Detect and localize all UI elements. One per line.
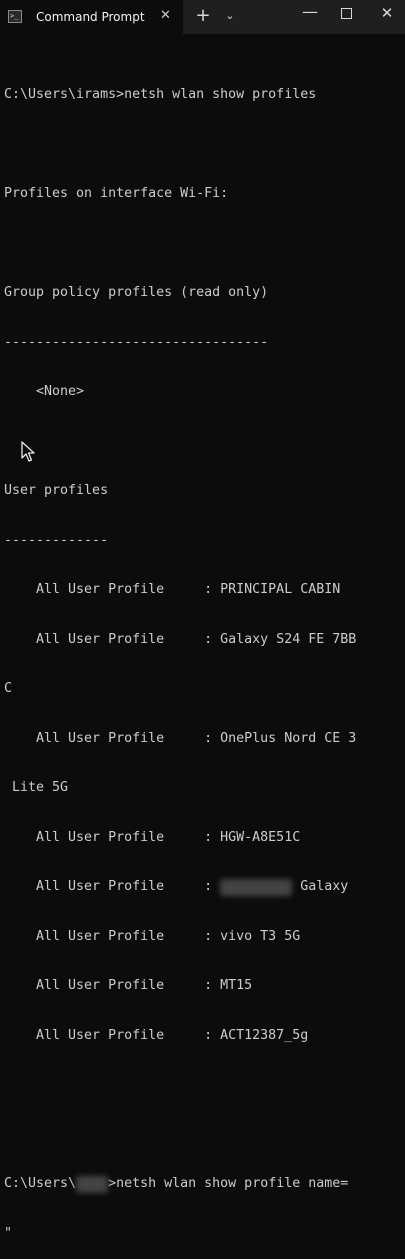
prompt-command: >netsh wlan show profile name= (108, 1176, 349, 1191)
close-tab-icon[interactable]: ✕ (160, 8, 171, 23)
tab-command-prompt[interactable]: >_ Command Prompt ✕ (0, 0, 183, 34)
terminal-line: All User Profile : Galaxy S24 FE 7BB (4, 631, 357, 647)
terminal-line-blurred: All User Profile : xxxxxxxxx Galaxy (4, 879, 404, 896)
terminal-line: All User Profile : vivo T3 5G (4, 928, 301, 944)
terminal-line: All User Profile : PRINCIPAL CABIN (4, 582, 341, 597)
terminal-line: All User Profile : ACT12387_5g (4, 1027, 309, 1043)
mouse-cursor-icon (21, 441, 35, 462)
terminal-line: <None> (4, 384, 85, 399)
terminal-line: ------------- (4, 532, 109, 548)
terminal-line: Group policy profiles (read only) (4, 285, 269, 300)
terminal-line: --------------------------------- (4, 334, 269, 350)
minimize-button[interactable]: — (300, 2, 320, 21)
terminal-input-line[interactable]: " (4, 1226, 404, 1243)
terminal-line-suffix: Galaxy (292, 879, 349, 894)
terminal-prompt-line: C:\Users\xxxx>netsh wlan show profile na… (4, 1176, 404, 1193)
terminal-line: C (4, 681, 13, 696)
terminal-line: All User Profile : MT15 (4, 978, 253, 993)
terminal-icon: >_ (8, 10, 22, 23)
terminal-line: All User Profile : HGW-A8E51C (4, 829, 301, 845)
chevron-down-icon[interactable]: ⌄ (220, 9, 240, 22)
terminal-line: Lite 5G (4, 780, 69, 795)
terminal-line-prefix: All User Profile : (4, 879, 221, 894)
terminal-line: All User Profile : OnePlus Nord CE 3 (4, 730, 357, 746)
prompt-prefix: C:\Users\ (4, 1176, 77, 1191)
terminal-line: C:\Users\irams>netsh wlan show profiles (4, 87, 317, 102)
terminal-line: Profiles on interface Wi-Fi: (4, 186, 229, 201)
tab-title: Command Prompt (36, 10, 145, 24)
redacted-text: xxxxxxxxx (220, 879, 293, 896)
maximize-button[interactable] (336, 5, 356, 23)
maximize-icon (340, 8, 352, 19)
title-bar: >_ Command Prompt ✕ + ⌄ — ✕ (0, 0, 405, 34)
terminal-line: User profiles (4, 483, 109, 498)
terminal-output[interactable]: C:\Users\irams>netsh wlan show profiles … (4, 54, 404, 1259)
close-window-button[interactable]: ✕ (377, 4, 397, 22)
redacted-text: xxxx (76, 1176, 109, 1193)
new-tab-button[interactable]: + (193, 5, 213, 26)
